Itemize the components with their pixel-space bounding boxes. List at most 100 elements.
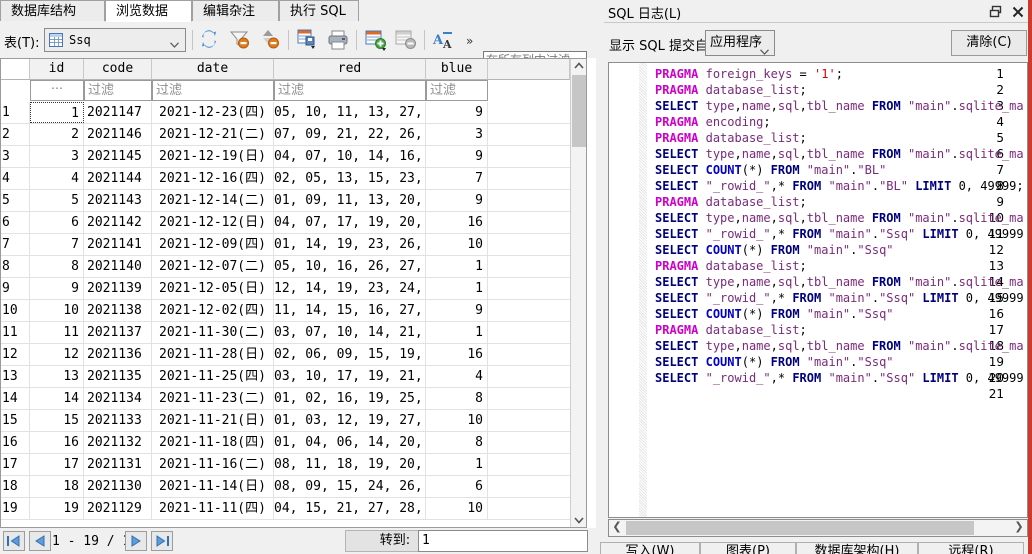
first-page-button[interactable] [3,531,25,551]
cell-code[interactable]: 2021142 [84,212,152,233]
cell-red[interactable]: 11, 14, 15, 16, 27, 32 [274,300,426,321]
clear-log-button[interactable]: 清除(C) [951,30,1027,56]
filter-options-cell[interactable]: ⋯ [30,80,84,101]
cell-id[interactable]: 19 [30,498,84,519]
cell-blue[interactable]: 10 [426,410,488,431]
filter-input-red[interactable]: 过滤 [274,80,426,101]
cell-red[interactable]: 01, 14, 19, 23, 26, 30 [274,234,426,255]
cell-code[interactable]: 2021132 [84,432,152,453]
cell-code[interactable]: 2021138 [84,300,152,321]
cell-id[interactable]: 15 [30,410,84,431]
table-row[interactable]: 6 6 2021142 2021-12-12(日) 04, 07, 17, 19, 20… [0,212,570,234]
clear-sort-icon[interactable] [258,28,282,52]
cell-blue[interactable]: 10 [426,234,488,255]
filter-input-code[interactable]: 过滤 [84,80,152,101]
table-row[interactable]: 19 19 2021129 2021-11-11(四) 04, 15, 21, 27, … [0,498,570,520]
scrollbar-thumb[interactable] [572,75,586,147]
cell-code[interactable]: 2021145 [84,146,152,167]
table-row[interactable]: 18 18 2021130 2021-11-14(日) 08, 09, 15, 24, … [0,476,570,498]
prev-page-button[interactable] [29,531,51,551]
table-row[interactable]: 9 9 2021139 2021-12-05(日) 12, 14, 19, 23, 24… [0,278,570,300]
scroll-down-button[interactable] [571,512,587,528]
table-row[interactable]: 5 5 2021143 2021-12-14(二) 01, 09, 11, 13, 20… [0,190,570,212]
cell-date[interactable]: 2021-11-30(二) [152,322,274,343]
cell-date[interactable]: 2021-11-18(四) [152,432,274,453]
cell-id[interactable]: 13 [30,366,84,387]
table-row[interactable]: 17 17 2021131 2021-11-16(二) 08, 11, 18, 19, … [0,454,570,476]
cell-red[interactable]: 03, 07, 10, 14, 21, 24 [274,322,426,343]
cell-red[interactable]: 05, 10, 16, 26, 27, 33 [274,256,426,277]
last-page-button[interactable] [151,531,173,551]
filter-input-date[interactable]: 过滤 [152,80,274,101]
cell-red[interactable]: 03, 10, 17, 19, 21, 31 [274,366,426,387]
cell-date[interactable]: 2021-12-12(日) [152,212,274,233]
table-row[interactable]: 16 16 2021132 2021-11-18(四) 01, 04, 06, 14, … [0,432,570,454]
cell-blue[interactable]: 16 [426,212,488,233]
cell-date[interactable]: 2021-11-23(二) [152,388,274,409]
table-row[interactable]: 12 12 2021136 2021-11-28(日) 02, 06, 09, 15, … [0,344,570,366]
status-cell-plot[interactable]: 图表(P) [700,542,796,554]
cell-blue[interactable]: 9 [426,300,488,321]
cell-red[interactable]: 08, 09, 15, 24, 26, 30 [274,476,426,497]
cell-red[interactable]: 01, 09, 11, 13, 20, 29 [274,190,426,211]
cell-code[interactable]: 2021147 [84,102,152,123]
cell-code[interactable]: 2021137 [84,322,152,343]
cell-code[interactable]: 2021129 [84,498,152,519]
status-cell-write[interactable]: 写入(W) [600,542,700,554]
cell-date[interactable]: 2021-12-16(四) [152,168,274,189]
cell-red[interactable]: 05, 10, 11, 13, 27, 28 [274,102,426,123]
cell-id[interactable]: 8 [30,256,84,277]
hscroll-right-button[interactable]: ❯ [1011,520,1027,536]
insert-record-icon[interactable] [364,28,388,52]
table-select-combo[interactable]: Ssq [44,28,186,52]
cell-code[interactable]: 2021141 [84,234,152,255]
cell-blue[interactable]: 1 [426,256,488,277]
font-size-icon[interactable]: A A [432,28,456,52]
table-row[interactable]: 15 15 2021133 2021-11-21(日) 01, 03, 12, 19, … [0,410,570,432]
table-row[interactable]: 7 7 2021141 2021-12-09(四) 01, 14, 19, 23, 26… [0,234,570,256]
cell-code[interactable]: 2021130 [84,476,152,497]
toolbar-overflow-chevron[interactable]: » [466,34,473,48]
cell-red[interactable]: 01, 04, 06, 14, 20, 28 [274,432,426,453]
tab-database-structure[interactable]: 数据库结构 [0,0,105,21]
cell-blue[interactable]: 1 [426,322,488,343]
cell-id[interactable]: 3 [30,146,84,167]
cell-date[interactable]: 2021-12-19(日) [152,146,274,167]
cell-code[interactable]: 2021146 [84,124,152,145]
cell-date[interactable]: 2021-12-09(四) [152,234,274,255]
status-cell-remote[interactable]: 远程(R) [918,542,1024,554]
cell-id[interactable]: 1 [30,102,84,123]
float-window-icon[interactable] [988,4,1004,20]
cell-id[interactable]: 12 [30,344,84,365]
table-row[interactable]: 13 13 2021135 2021-11-25(四) 03, 10, 17, 19, … [0,366,570,388]
cell-red[interactable]: 08, 11, 18, 19, 20, 24 [274,454,426,475]
table-row[interactable]: 4 4 2021144 2021-12-16(四) 02, 05, 13, 15, 23… [0,168,570,190]
cell-red[interactable]: 07, 09, 21, 22, 26, 32 [274,124,426,145]
cell-code[interactable]: 2021133 [84,410,152,431]
hscroll-left-button[interactable]: ❮ [609,520,625,536]
cell-code[interactable]: 2021135 [84,366,152,387]
cell-date[interactable]: 2021-12-02(四) [152,300,274,321]
cell-blue[interactable]: 9 [426,190,488,211]
cell-blue[interactable]: 1 [426,454,488,475]
cell-date[interactable]: 2021-12-23(四) [152,102,274,123]
cell-id[interactable]: 9 [30,278,84,299]
cell-blue[interactable]: 3 [426,124,488,145]
goto-row-input[interactable]: 1 [418,530,588,552]
table-row[interactable]: 11 11 2021137 2021-11-30(二) 03, 07, 10, 14, … [0,322,570,344]
grid-vertical-scrollbar[interactable] [570,58,587,528]
cell-date[interactable]: 2021-11-11(四) [152,498,274,519]
cell-id[interactable]: 11 [30,322,84,343]
cell-date[interactable]: 2021-11-25(四) [152,366,274,387]
column-header-code[interactable]: code [84,58,152,80]
status-cell-schema[interactable]: 数据库架构(H) [796,542,918,554]
cell-code[interactable]: 2021143 [84,190,152,211]
tab-edit-pragmas[interactable]: 编辑杂注 [192,0,279,21]
cell-red[interactable]: 04, 15, 21, 27, 28, 29 [274,498,426,519]
cell-blue[interactable]: 9 [426,102,488,123]
cell-id[interactable]: 14 [30,388,84,409]
cell-id[interactable]: 10 [30,300,84,321]
table-row[interactable]: 10 10 2021138 2021-12-02(四) 11, 14, 15, 16, … [0,300,570,322]
cell-date[interactable]: 2021-11-16(二) [152,454,274,475]
refresh-icon[interactable] [198,28,222,52]
